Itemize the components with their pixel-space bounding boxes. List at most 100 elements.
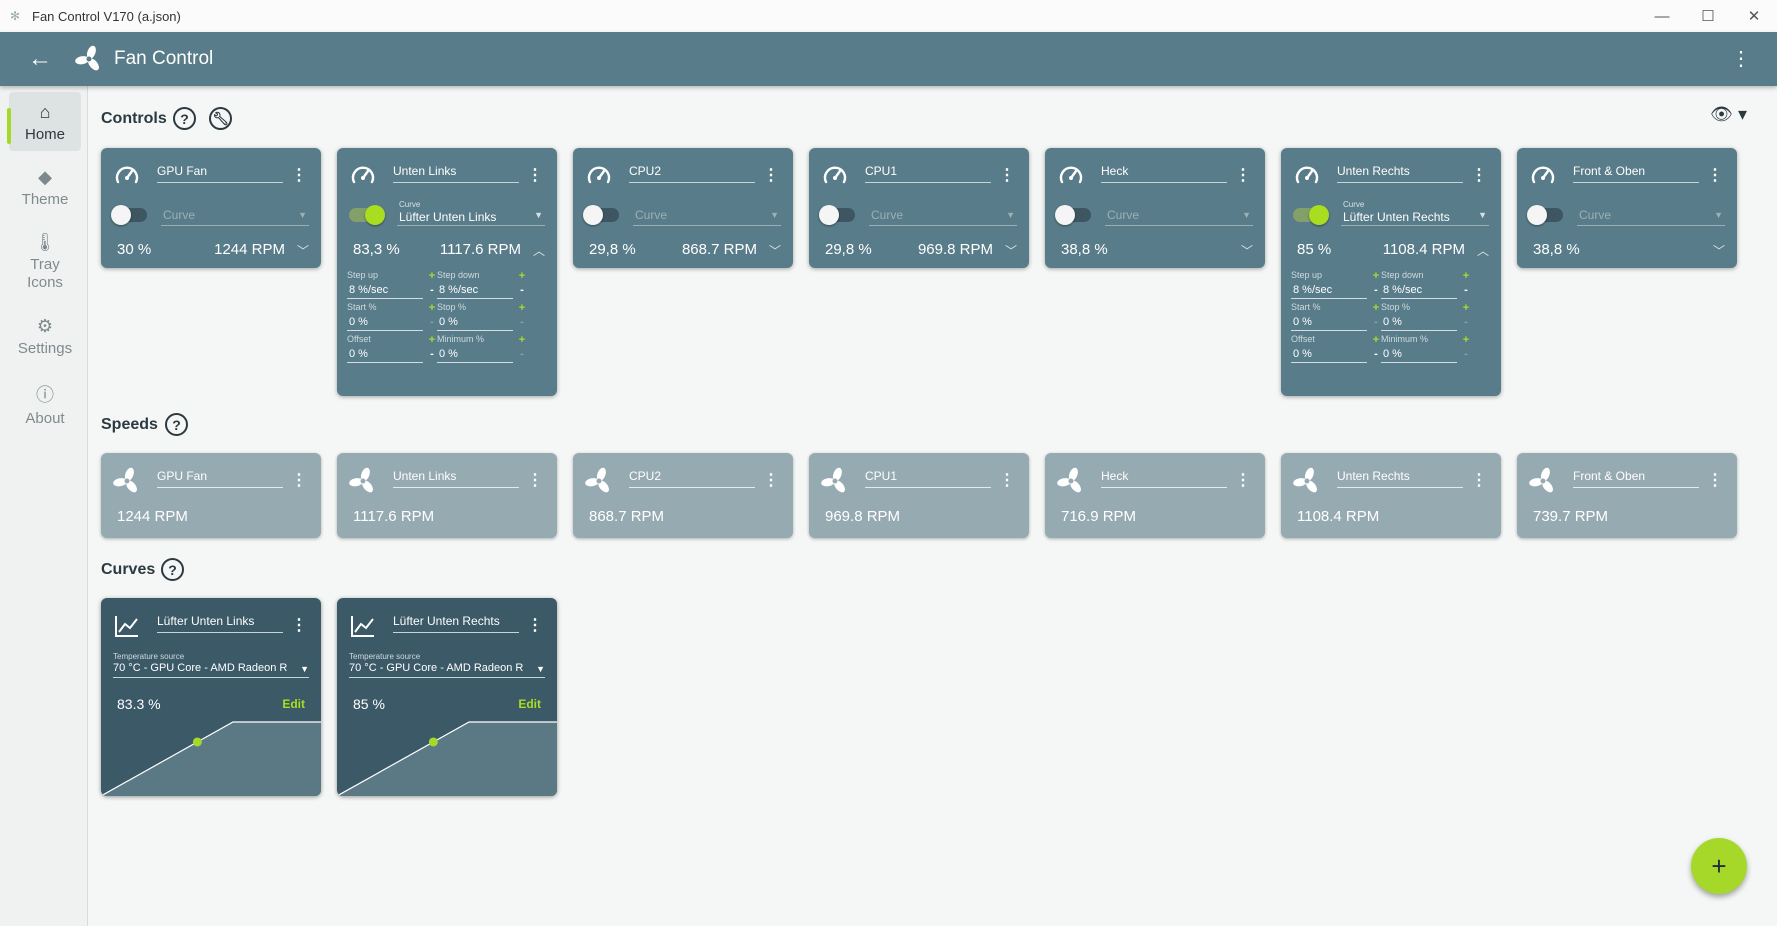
decrease-button[interactable]: - — [1371, 316, 1381, 328]
control-menu-icon[interactable]: ⋮ — [763, 165, 779, 185]
control-name[interactable]: Front & Oben — [1573, 164, 1699, 183]
control-name[interactable]: CPU1 — [865, 164, 991, 183]
decrease-button[interactable]: - — [427, 348, 437, 360]
curve-name[interactable]: Lüfter Unten Rechts — [393, 614, 519, 633]
increase-button[interactable]: + — [1461, 302, 1471, 314]
minimize-button[interactable]: — — [1639, 0, 1685, 32]
enable-toggle[interactable] — [111, 205, 147, 225]
decrease-button[interactable]: - — [1461, 348, 1471, 360]
speed-card[interactable]: Unten Links ⋮ 1117.6 RPM — [337, 453, 557, 538]
increase-button[interactable]: + — [1371, 302, 1381, 314]
speeds-help-icon[interactable]: ? — [165, 413, 188, 436]
step-up-field[interactable]: Step up 8 %/sec — [347, 270, 423, 299]
increase-button[interactable]: + — [427, 270, 437, 282]
control-name[interactable]: GPU Fan — [157, 164, 283, 183]
chevron-down-icon[interactable]: ﹀ — [1241, 242, 1253, 259]
speed-card[interactable]: Heck ⋮ 716.9 RPM — [1045, 453, 1265, 538]
nav-home[interactable]: ⌂ Home — [7, 92, 81, 151]
enable-toggle[interactable] — [349, 205, 385, 225]
wrench-icon[interactable]: 🔧︎ — [209, 107, 232, 130]
control-card[interactable]: Unten Links ⋮ Curve Lüfter Unten Links ▼ 83,3… — [337, 148, 557, 396]
start-field[interactable]: Start % 0 % — [347, 302, 423, 331]
add-button[interactable]: + — [1691, 838, 1747, 894]
nav-tray-icons[interactable]: 🌡︎ Tray Icons — [9, 222, 81, 300]
step-down-field[interactable]: Step down 8 %/sec — [437, 270, 513, 299]
speed-menu-icon[interactable]: ⋮ — [999, 470, 1015, 490]
control-menu-icon[interactable]: ⋮ — [999, 165, 1015, 185]
curve-select[interactable]: Curve Lüfter Unten Links ▼ — [397, 200, 545, 226]
minimum-field-value[interactable]: 0 % — [437, 346, 513, 363]
increase-button[interactable]: + — [517, 302, 527, 314]
curve-name[interactable]: Lüfter Unten Links — [157, 614, 283, 633]
enable-toggle[interactable] — [1527, 205, 1563, 225]
speed-name[interactable]: Heck — [1101, 469, 1227, 488]
control-card[interactable]: CPU1 ⋮ Curve ▼ 29,8 % 969.8 RPM ﹀ — [809, 148, 1029, 268]
curve-select[interactable]: Curve ▼ — [1577, 204, 1725, 226]
offset-field-value[interactable]: 0 % — [1291, 346, 1367, 363]
curve-card[interactable]: Lüfter Unten Rechts ⋮ Temperature source 70… — [337, 598, 557, 796]
speed-menu-icon[interactable]: ⋮ — [1235, 470, 1251, 490]
increase-button[interactable]: + — [1461, 270, 1471, 282]
stop-field[interactable]: Stop % 0 % — [1381, 302, 1457, 331]
control-card[interactable]: Heck ⋮ Curve ▼ 38,8 % ﹀ — [1045, 148, 1265, 268]
control-card[interactable]: Front & Oben ⋮ Curve ▼ 38,8 % ﹀ — [1517, 148, 1737, 268]
nav-about[interactable]: ⓘ About — [9, 371, 81, 435]
curves-help-icon[interactable]: ? — [161, 558, 184, 581]
more-menu-icon[interactable]: ⋮ — [1731, 46, 1751, 71]
control-menu-icon[interactable]: ⋮ — [1235, 165, 1251, 185]
control-card[interactable]: Unten Rechts ⋮ Curve Lüfter Unten Rechts ▼ 85… — [1281, 148, 1501, 396]
chevron-down-icon[interactable]: ﹀ — [769, 242, 781, 259]
step-down-field-value[interactable]: 8 %/sec — [437, 282, 513, 299]
minimum-field-value[interactable]: 0 % — [1381, 346, 1457, 363]
speed-name[interactable]: GPU Fan — [157, 469, 283, 488]
control-card[interactable]: CPU2 ⋮ Curve ▼ 29,8 % 868.7 RPM ﹀ — [573, 148, 793, 268]
speed-card[interactable]: Unten Rechts ⋮ 1108.4 RPM — [1281, 453, 1501, 538]
enable-toggle[interactable] — [583, 205, 619, 225]
increase-button[interactable]: + — [517, 334, 527, 346]
controls-help-icon[interactable]: ? — [173, 107, 196, 130]
increase-button[interactable]: + — [1371, 270, 1381, 282]
step-up-field-value[interactable]: 8 %/sec — [1291, 282, 1367, 299]
curve-card[interactable]: Lüfter Unten Links ⋮ Temperature source 70 … — [101, 598, 321, 796]
decrease-button[interactable]: - — [517, 284, 527, 296]
chevron-down-icon[interactable]: ﹀ — [297, 242, 309, 259]
control-menu-icon[interactable]: ⋮ — [1707, 165, 1723, 185]
enable-toggle[interactable] — [1293, 205, 1329, 225]
chevron-up-icon[interactable]: ︿ — [533, 242, 545, 259]
increase-button[interactable]: + — [427, 302, 437, 314]
step-down-field-value[interactable]: 8 %/sec — [1381, 282, 1457, 299]
nav-settings[interactable]: ⚙ Settings — [9, 306, 81, 365]
offset-field[interactable]: Offset 0 % — [347, 334, 423, 363]
maximize-button[interactable]: ☐ — [1685, 0, 1731, 32]
minimum-field[interactable]: Minimum % 0 % — [437, 334, 513, 363]
speed-name[interactable]: CPU1 — [865, 469, 991, 488]
start-field-value[interactable]: 0 % — [1291, 314, 1367, 331]
speed-menu-icon[interactable]: ⋮ — [291, 470, 307, 490]
curve-select[interactable]: Curve ▼ — [161, 204, 309, 226]
stop-field[interactable]: Stop % 0 % — [437, 302, 513, 331]
curve-menu-icon[interactable]: ⋮ — [527, 615, 543, 635]
curve-select[interactable]: Curve Lüfter Unten Rechts ▼ — [1341, 200, 1489, 226]
close-button[interactable]: ✕ — [1731, 0, 1777, 32]
chevron-up-icon[interactable]: ︿ — [1477, 242, 1489, 259]
enable-toggle[interactable] — [1055, 205, 1091, 225]
stop-field-value[interactable]: 0 % — [1381, 314, 1457, 331]
temperature-source-select[interactable]: 70 °C - GPU Core - AMD Radeon R — [349, 662, 545, 678]
curve-select[interactable]: Curve ▼ — [869, 204, 1017, 226]
decrease-button[interactable]: - — [1461, 316, 1471, 328]
increase-button[interactable]: + — [1371, 334, 1381, 346]
speed-menu-icon[interactable]: ⋮ — [1707, 470, 1723, 490]
minimum-field[interactable]: Minimum % 0 % — [1381, 334, 1457, 363]
chevron-down-icon[interactable]: ﹀ — [1005, 242, 1017, 259]
chevron-down-icon[interactable]: ﹀ — [1713, 242, 1725, 259]
offset-field-value[interactable]: 0 % — [347, 346, 423, 363]
step-up-field-value[interactable]: 8 %/sec — [347, 282, 423, 299]
control-name[interactable]: Unten Rechts — [1337, 164, 1463, 183]
control-menu-icon[interactable]: ⋮ — [1471, 165, 1487, 185]
temperature-source-select[interactable]: 70 °C - GPU Core - AMD Radeon R — [113, 662, 309, 678]
speed-card[interactable]: GPU Fan ⋮ 1244 RPM — [101, 453, 321, 538]
offset-field[interactable]: Offset 0 % — [1291, 334, 1367, 363]
curve-select[interactable]: Curve ▼ — [1105, 204, 1253, 226]
speed-card[interactable]: CPU2 ⋮ 868.7 RPM — [573, 453, 793, 538]
decrease-button[interactable]: - — [427, 316, 437, 328]
